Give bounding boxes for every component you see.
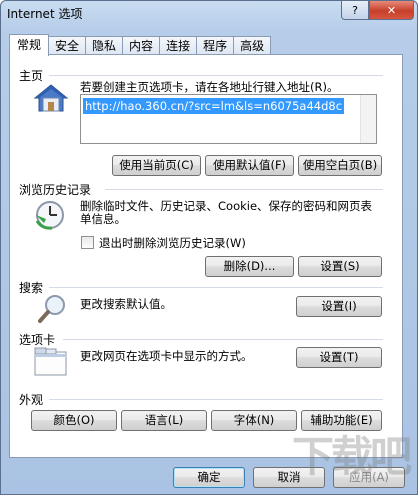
tab-security[interactable]: 安全: [48, 36, 87, 55]
use-default-button[interactable]: 使用默认值(F): [205, 155, 294, 176]
tab-programs[interactable]: 程序: [196, 36, 235, 55]
tab-content[interactable]: 内容: [122, 36, 161, 55]
tabs-divider: [63, 339, 383, 340]
home-section-title: 主页: [19, 69, 44, 83]
history-divider: [105, 189, 383, 190]
tab-advanced[interactable]: 高级: [233, 36, 272, 55]
tab-general[interactable]: 常规: [9, 34, 50, 56]
close-button[interactable]: ✕: [369, 1, 414, 20]
delete-on-exit-checkbox[interactable]: [81, 236, 94, 249]
home-description: 若要创建主页选项卡，请在各地址行键入地址(R)。: [80, 80, 339, 94]
url-scrollbar[interactable]: [360, 95, 376, 143]
window-title: Internet 选项: [7, 7, 83, 21]
tab-connections[interactable]: 连接: [159, 36, 198, 55]
search-settings-button[interactable]: 设置(I): [296, 296, 382, 317]
tab-privacy[interactable]: 隐私: [85, 36, 124, 55]
homepage-url-input[interactable]: http://hao.360.cn/?src=lm&ls=n6075a44d8c: [80, 94, 377, 144]
internet-options-window: Internet 选项 ? ✕ 常规 安全 隐私 内容 连接 程序 高级 主页 …: [0, 0, 418, 495]
use-blank-button[interactable]: 使用空白页(B): [298, 155, 382, 176]
tab-bar: 常规 安全 隐私 内容 连接 程序 高级: [9, 34, 272, 56]
tabs-window-icon: [34, 347, 68, 380]
appearance-section-title: 外观: [19, 393, 44, 407]
history-description: 删除临时文件、历史记录、Cookie、保存的密码和网页表单信息。: [80, 199, 373, 226]
fonts-button[interactable]: 字体(N): [211, 410, 297, 431]
history-clock-icon: [34, 199, 68, 234]
ok-button[interactable]: 确定: [173, 467, 245, 488]
search-description: 更改搜索默认值。: [80, 297, 172, 311]
delete-history-button[interactable]: 删除(D)...: [205, 256, 294, 277]
languages-button[interactable]: 语言(L): [121, 410, 207, 431]
help-button[interactable]: ?: [341, 1, 369, 20]
delete-on-exit-label: 退出时删除浏览历史记录(W): [99, 236, 246, 250]
home-divider: [49, 75, 383, 76]
use-current-button[interactable]: 使用当前页(C): [112, 155, 201, 176]
homepage-url-text: http://hao.360.cn/?src=lm&ls=n6075a44d8c: [83, 98, 345, 114]
appearance-divider: [49, 399, 383, 400]
history-settings-button[interactable]: 设置(S): [298, 256, 382, 277]
watermark-logo: 下载吧: [291, 432, 412, 481]
search-divider: [49, 287, 383, 288]
magnifier-icon: [37, 293, 69, 328]
home-icon: [33, 83, 69, 116]
tabs-settings-button[interactable]: 设置(T): [296, 347, 382, 368]
colors-button[interactable]: 颜色(O): [31, 410, 117, 431]
tabs-section-title: 选项卡: [19, 333, 56, 347]
tabs-description: 更改网页在选项卡中显示的方式。: [80, 349, 253, 363]
history-section-title: 浏览历史记录: [19, 183, 92, 197]
